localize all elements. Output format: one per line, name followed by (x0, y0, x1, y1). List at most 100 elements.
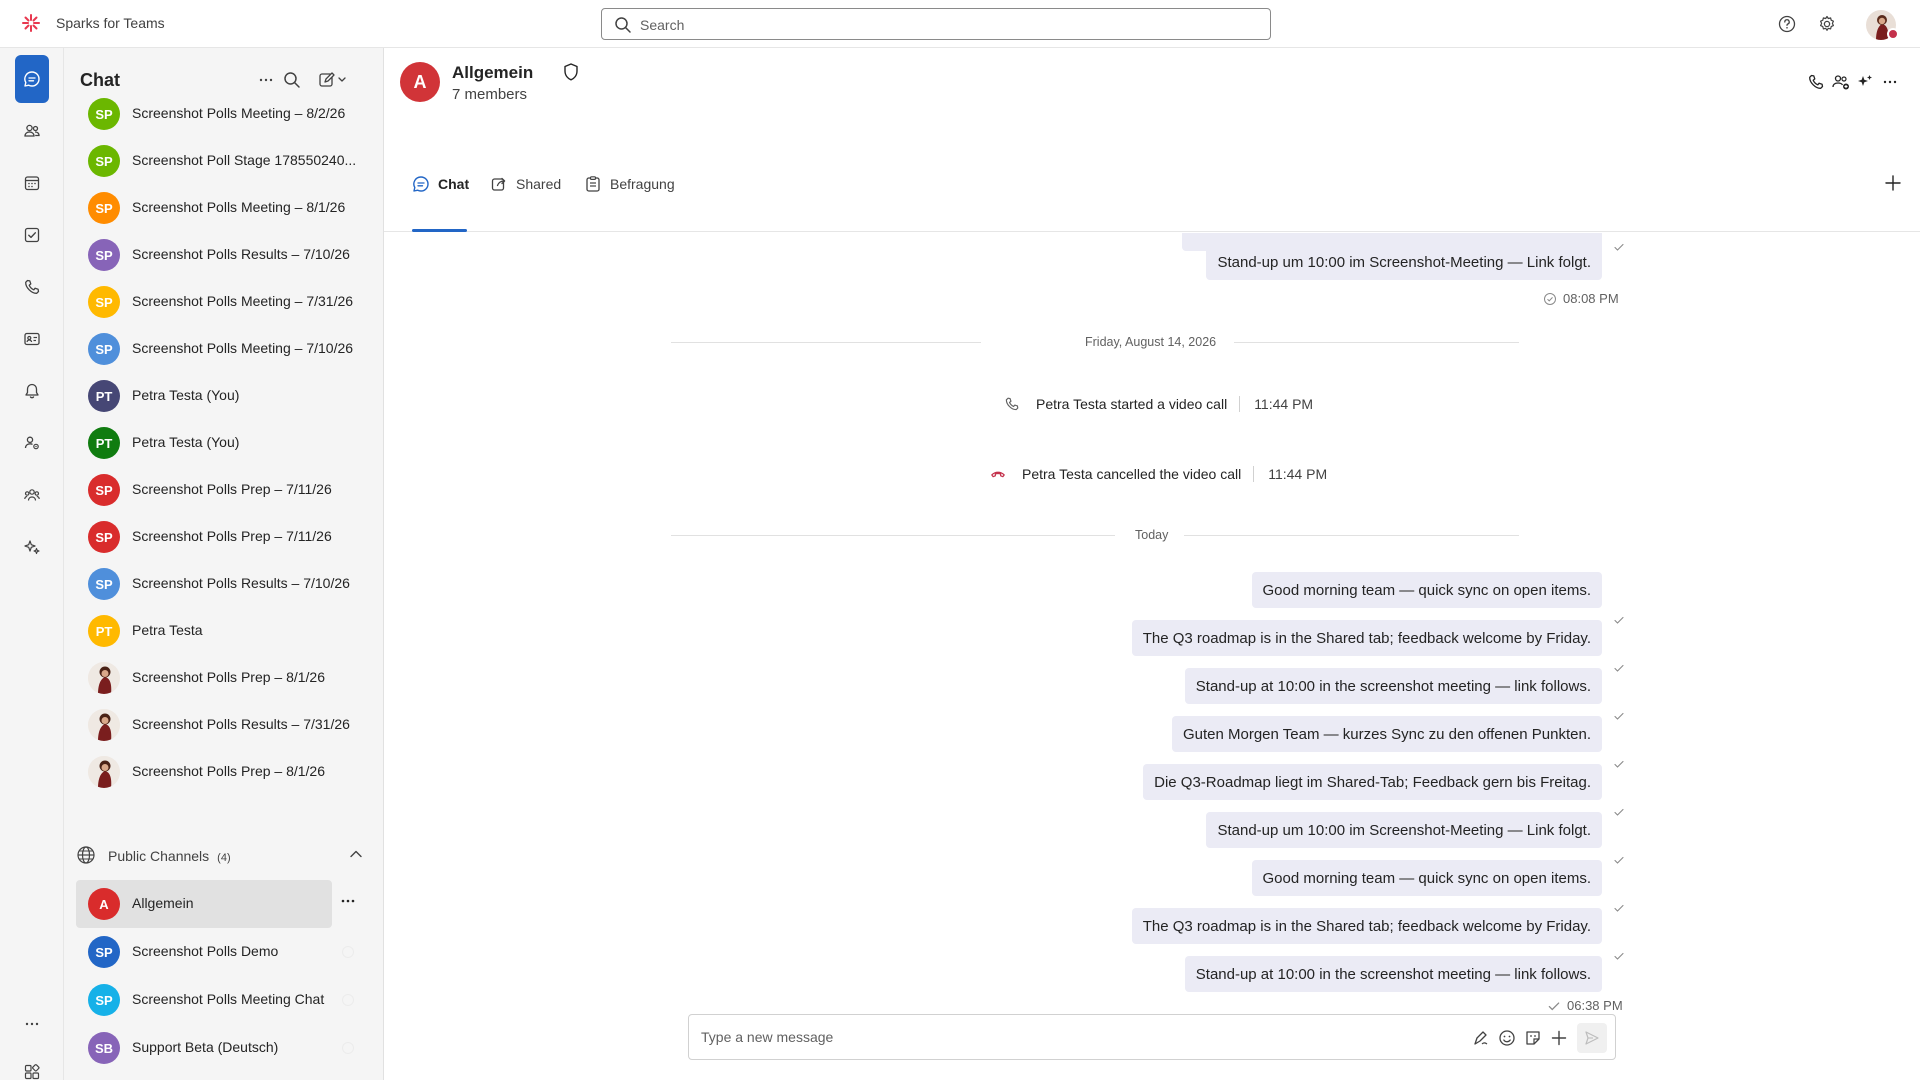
app-rail (0, 48, 64, 1080)
chevron-up-icon[interactable] (348, 846, 364, 862)
sent-check-icon (1614, 616, 1624, 624)
channel-item[interactable]: SP Screenshot Polls Meeting Chat (76, 976, 372, 1024)
public-channels-header[interactable]: Public Channels (4) (76, 836, 372, 876)
add-people-icon[interactable] (1829, 70, 1853, 94)
chat-list-item[interactable]: PT Petra Testa (76, 607, 372, 655)
channel-tabs: Chat Shared Befragung (384, 136, 1920, 232)
header-more-icon[interactable] (1878, 70, 1902, 94)
rail-people-settings-icon[interactable] (15, 419, 49, 467)
date-divider: Friday, August 14, 2026 (1085, 335, 1217, 349)
chat-list-item-name: Screenshot Polls Meeting – 8/1/26 (132, 199, 346, 215)
chat-list-item[interactable]: SP Screenshot Polls Meeting – 8/2/26 (76, 90, 372, 138)
channel-item-name: Allgemein (132, 895, 194, 911)
chat-list-item[interactable]: Screenshot Polls Prep – 8/1/26 (76, 654, 372, 702)
rail-more-apps-icon[interactable] (15, 1000, 49, 1048)
message-timestamp: 08:08 PM (1543, 291, 1619, 306)
rail-teams-icon[interactable] (15, 107, 49, 155)
chat-list-item[interactable]: SP Screenshot Polls Meeting – 8/1/26 (76, 184, 372, 232)
format-pen-icon[interactable] (1469, 1026, 1493, 1050)
chat-list-item[interactable]: SP Screenshot Polls Meeting – 7/31/26 (76, 278, 372, 326)
chat-list-item[interactable]: PT Petra Testa (You) (76, 372, 372, 420)
message-input[interactable] (701, 1026, 1401, 1048)
message-bubble[interactable]: The Q3 roadmap is in the Shared tab; fee… (1131, 908, 1602, 944)
rail-tasks-icon[interactable] (15, 211, 49, 259)
rail-calendar-icon[interactable] (15, 159, 49, 207)
rail-copilot-sparkle-icon[interactable] (15, 523, 49, 571)
chat-list-item[interactable]: SP Screenshot Polls Results – 7/10/26 (76, 560, 372, 608)
message-bubble[interactable]: Stand-up um 10:00 im Screenshot-Meeting … (1206, 812, 1602, 848)
channel-more-options-icon[interactable] (334, 887, 362, 915)
avatar: SP (88, 98, 120, 130)
rail-contacts-icon[interactable] (15, 315, 49, 363)
chat-list-item[interactable]: SP Screenshot Polls Prep – 7/11/26 (76, 466, 372, 514)
channel-item[interactable]: SB Support Beta (Deutsch) (76, 1024, 372, 1072)
channel-item-name: Support Beta (Deutsch) (132, 1039, 279, 1055)
message-bubble[interactable]: Good morning team — quick sync on open i… (1251, 860, 1602, 896)
tab-shared[interactable]: Shared (490, 136, 561, 232)
notification-dot-icon (342, 994, 354, 1006)
chat-list-item[interactable]: SP Screenshot Poll Stage 178550240... (76, 137, 372, 185)
chat-bubble-icon (413, 176, 429, 192)
channel-item[interactable]: SP Screenshot Polls Demo (76, 928, 372, 976)
chat-list-item-name: Screenshot Polls Prep – 8/1/26 (132, 669, 326, 685)
audio-call-icon[interactable] (1804, 70, 1828, 94)
app-logo-icon (21, 13, 41, 33)
avatar: SB (88, 1032, 120, 1064)
chat-search-icon[interactable] (280, 68, 304, 92)
chat-list-item-name: Screenshot Polls Meeting – 7/31/26 (132, 293, 354, 309)
message-bubble[interactable]: Good morning team — quick sync on open i… (1251, 572, 1602, 608)
rail-calls-icon[interactable] (15, 263, 49, 311)
channel-title[interactable]: Allgemein (452, 63, 533, 83)
rail-communities-icon[interactable] (15, 471, 49, 519)
avatar: PT (88, 427, 120, 459)
new-chat-compose-icon[interactable] (316, 68, 352, 92)
help-icon[interactable] (1775, 12, 1799, 36)
chat-list-item-name: Screenshot Polls Prep – 7/11/26 (132, 481, 332, 497)
message-bubble[interactable]: Guten Morgen Team — kurzes Sync zu den o… (1171, 716, 1602, 752)
message-list: Stand-up um 10:00 im Screenshot-Meeting … (384, 233, 1920, 1043)
send-icon[interactable] (1577, 1023, 1607, 1053)
phone-icon (1005, 397, 1019, 411)
message-bubble[interactable]: The Q3 roadmap is in the Shared tab; fee… (1131, 620, 1602, 656)
chat-list-item[interactable]: PT Petra Testa (You) (76, 419, 372, 467)
tab-befragung[interactable]: Befragung (584, 136, 675, 232)
sent-check-icon (1614, 952, 1624, 960)
channel-item-name: Screenshot Polls Demo (132, 943, 279, 959)
message-bubble[interactable]: Stand-up um 10:00 im Screenshot-Meeting … (1206, 244, 1602, 280)
rail-apps-icon[interactable] (15, 1048, 49, 1080)
settings-gear-icon[interactable] (1815, 12, 1839, 36)
channel-item-selected[interactable]: A Allgemein (76, 880, 332, 928)
sent-check-icon (1614, 904, 1624, 912)
date-divider-line (1184, 535, 1519, 536)
shield-icon[interactable] (562, 62, 580, 85)
read-receipt-icon (1544, 292, 1556, 305)
message-bubble[interactable]: Die Q3-Roadmap liegt im Shared-Tab; Feed… (1143, 764, 1602, 800)
call-cancelled-event: Petra Testa cancelled the video call 11:… (990, 466, 1327, 482)
channel-member-count[interactable]: 7 members (452, 86, 527, 103)
more-options-icon[interactable] (254, 68, 278, 92)
rail-chat-icon[interactable] (15, 55, 49, 103)
emoji-icon[interactable] (1495, 1026, 1519, 1050)
chat-list-item[interactable]: Screenshot Polls Results – 7/31/26 (76, 701, 372, 749)
message-bubble[interactable]: Stand-up at 10:00 in the screenshot meet… (1184, 956, 1602, 992)
sent-check-icon (1614, 760, 1624, 768)
chat-list-item[interactable]: SP Screenshot Polls Results – 7/10/26 (76, 231, 372, 279)
avatar: SP (88, 192, 120, 224)
message-bubble[interactable]: Stand-up at 10:00 in the screenshot meet… (1184, 668, 1602, 704)
avatar: SP (88, 333, 120, 365)
chat-list-item[interactable]: Screenshot Polls Prep – 8/1/26 (76, 748, 372, 796)
avatar: SP (88, 936, 120, 968)
chat-list-item[interactable]: SP Screenshot Polls Meeting – 7/10/26 (76, 325, 372, 373)
sticker-icon[interactable] (1521, 1026, 1545, 1050)
chat-list-title: Chat (80, 70, 120, 90)
search-input[interactable] (640, 14, 1240, 36)
rail-activity-bell-icon[interactable] (15, 367, 49, 415)
attach-plus-icon[interactable] (1547, 1026, 1571, 1050)
chat-list-item[interactable]: SP Screenshot Polls Prep – 7/11/26 (76, 513, 372, 561)
add-tab-plus-icon[interactable] (1884, 174, 1902, 192)
tab-chat[interactable]: Chat (412, 136, 469, 232)
message-composer[interactable] (688, 1014, 1616, 1060)
copilot-sparkle-icon[interactable] (1853, 70, 1877, 94)
public-channels-label: Public Channels (4) (108, 848, 231, 864)
search-box[interactable] (601, 8, 1271, 40)
